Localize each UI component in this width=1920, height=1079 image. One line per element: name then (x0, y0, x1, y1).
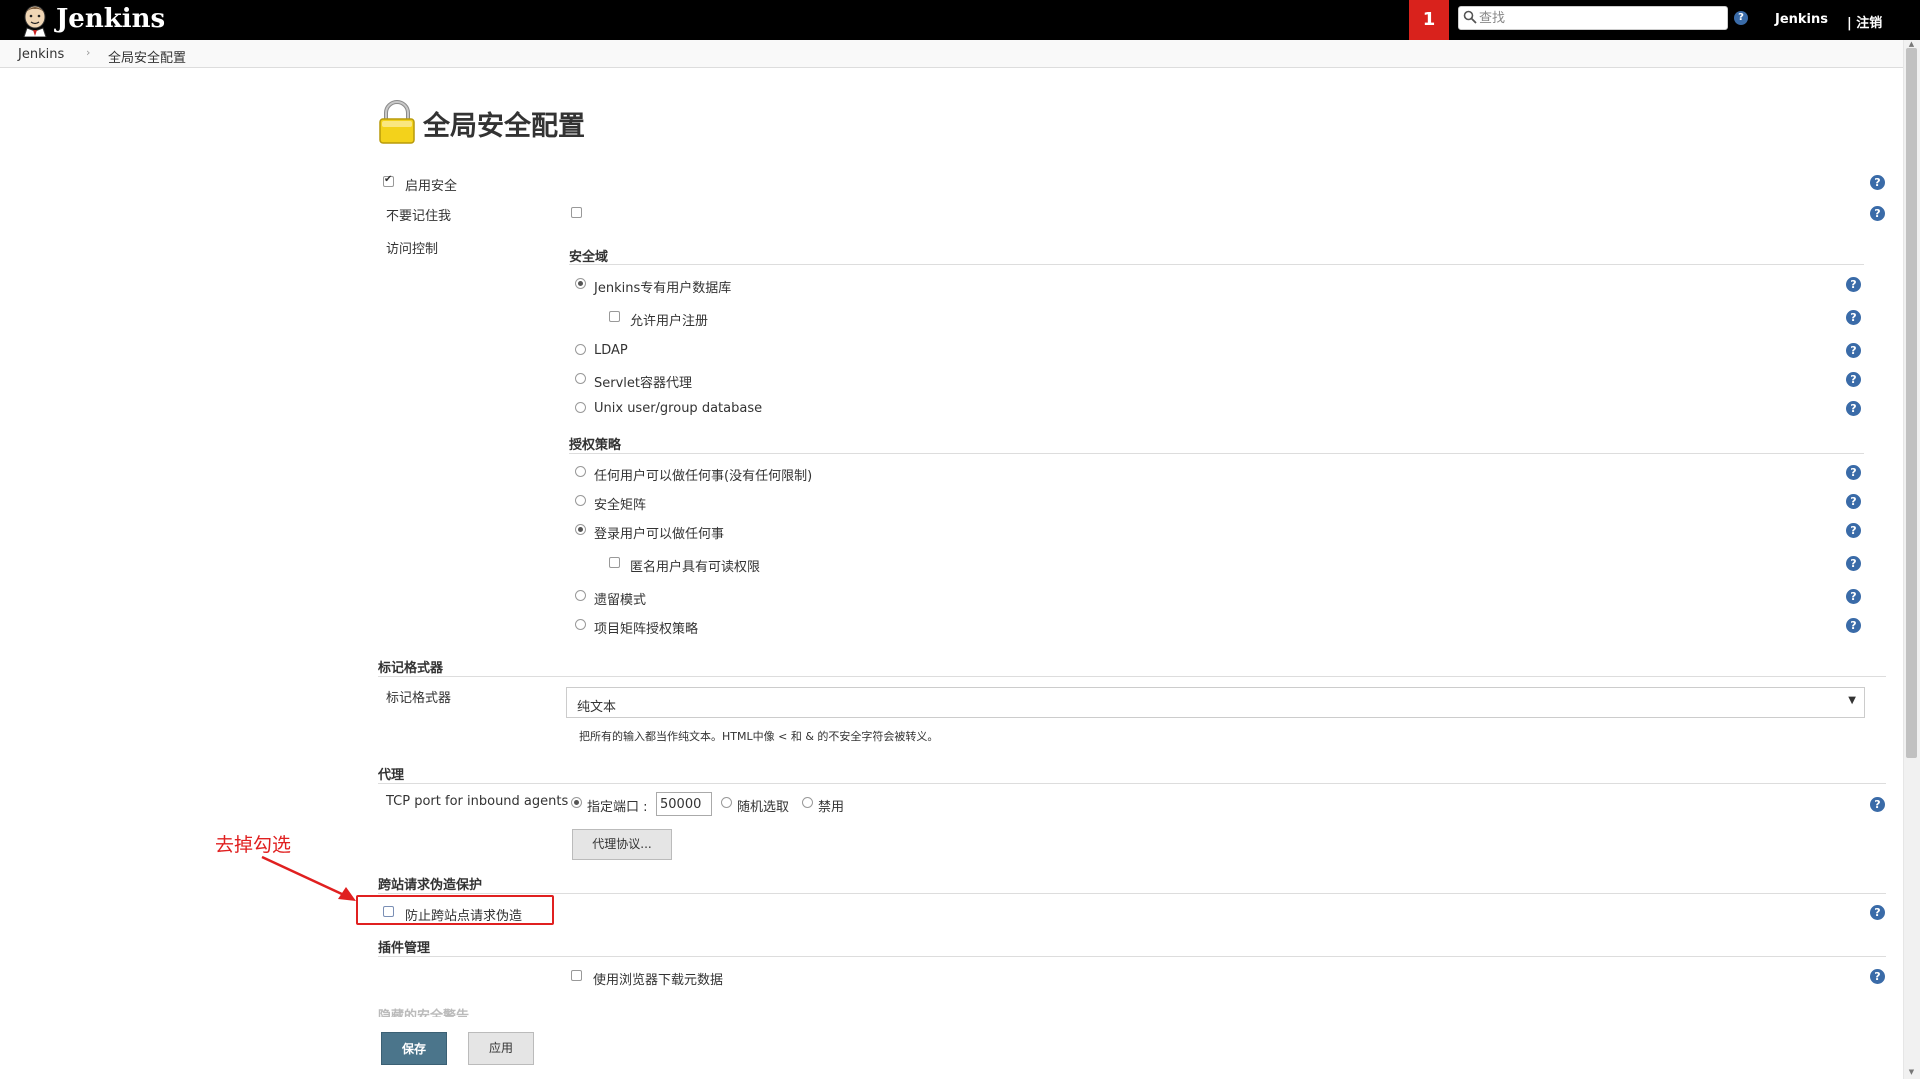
notification-badge[interactable]: 1 (1409, 0, 1449, 40)
hidden-warnings-section-title: 隐藏的安全警告 (378, 1009, 470, 1017)
breadcrumb: Jenkins › 全局安全配置 (0, 40, 1903, 68)
scroll-down-arrow-icon[interactable]: ▼ (1905, 1068, 1918, 1078)
authz-project-matrix-radio[interactable] (575, 619, 586, 630)
tcp-port-label: TCP port for inbound agents (386, 794, 569, 809)
markup-formatter-select[interactable]: 纯文本 ▼ (566, 687, 1865, 718)
breadcrumb-current[interactable]: 全局安全配置 (108, 47, 186, 66)
authz-matrix-help-icon[interactable]: ? (1846, 494, 1861, 509)
divider (569, 453, 1864, 454)
csrf-help-icon[interactable]: ? (1870, 905, 1885, 920)
dropdown-arrow-icon: ▼ (1848, 695, 1856, 706)
port-number-input[interactable] (656, 792, 712, 816)
divider (378, 893, 1886, 894)
lock-icon (377, 100, 417, 148)
annotation-text: 去掉勾选 (215, 834, 292, 856)
allow-signup-label: 允许用户注册 (630, 314, 709, 329)
divider (378, 676, 1886, 677)
authz-matrix-label: 安全矩阵 (594, 498, 647, 513)
authz-anyone-radio[interactable] (575, 466, 586, 477)
anon-read-help-icon[interactable]: ? (1846, 556, 1861, 571)
anon-read-label: 匿名用户具有可读权限 (630, 560, 761, 575)
search-icon (1463, 10, 1477, 28)
authz-logged-in-help-icon[interactable]: ? (1846, 523, 1861, 538)
divider (378, 783, 1886, 784)
agents-section-title: 代理 (378, 768, 405, 783)
port-disable-label: 禁用 (818, 800, 845, 815)
authz-section-title: 授权策略 (569, 438, 622, 453)
page-title: 全局安全配置 (423, 111, 585, 142)
enable-security-label: 启用安全 (405, 179, 458, 194)
breadcrumb-home-link[interactable]: Jenkins (18, 47, 64, 62)
logout-link[interactable]: | 注销 (1847, 12, 1882, 31)
user-link[interactable]: Jenkins (1775, 12, 1828, 27)
markup-description: 把所有的输入都当作纯文本。HTML中像 < 和 & 的不安全字符会被转义。 (579, 730, 939, 743)
help-icon[interactable]: ? (1734, 11, 1748, 25)
breadcrumb-separator: › (86, 46, 91, 59)
access-control-label: 访问控制 (386, 242, 439, 257)
authz-legacy-radio[interactable] (575, 590, 586, 601)
allow-signup-checkbox[interactable] (609, 311, 620, 322)
save-button[interactable]: 保存 (381, 1032, 447, 1065)
realm-jenkins-db-label: Jenkins专有用户数据库 (594, 281, 732, 296)
port-random-radio[interactable] (721, 797, 732, 808)
port-disable-radio[interactable] (802, 797, 813, 808)
realm-servlet-label: Servlet容器代理 (594, 376, 692, 391)
port-random-label: 随机选取 (737, 800, 790, 815)
scrollbar-thumb[interactable] (1906, 48, 1917, 758)
realm-jenkins-db-help-icon[interactable]: ? (1846, 277, 1861, 292)
port-fixed-radio[interactable] (571, 797, 582, 808)
plugins-section-title: 插件管理 (378, 941, 431, 956)
anon-read-checkbox[interactable] (609, 557, 620, 568)
search-box[interactable] (1458, 6, 1728, 30)
enable-security-checkbox[interactable] (383, 174, 394, 187)
authz-anyone-label: 任何用户可以做任何事(没有任何限制) (594, 469, 813, 484)
realm-unix-radio[interactable] (575, 402, 586, 413)
authz-matrix-radio[interactable] (575, 495, 586, 506)
divider (378, 956, 1886, 957)
authz-project-matrix-help-icon[interactable]: ? (1846, 618, 1861, 633)
tcp-port-help-icon[interactable]: ? (1870, 797, 1885, 812)
realm-ldap-help-icon[interactable]: ? (1846, 343, 1861, 358)
realm-jenkins-db-radio[interactable] (575, 278, 586, 289)
remember-me-checkbox[interactable] (571, 207, 582, 218)
markup-label: 标记格式器 (386, 691, 452, 706)
realm-servlet-help-icon[interactable]: ? (1846, 372, 1861, 387)
annotation-highlight-box (356, 895, 554, 925)
remember-me-help-icon[interactable]: ? (1870, 206, 1885, 221)
agent-protocols-button[interactable]: 代理协议... (572, 829, 672, 860)
authz-anyone-help-icon[interactable]: ? (1846, 465, 1861, 480)
csrf-section-title: 跨站请求伪造保护 (378, 878, 483, 893)
realm-unix-help-icon[interactable]: ? (1846, 401, 1861, 416)
realm-ldap-label: LDAP (594, 343, 628, 358)
plugins-help-icon[interactable]: ? (1870, 969, 1885, 984)
apply-button[interactable]: 应用 (468, 1032, 534, 1065)
enable-security-help-icon[interactable]: ? (1870, 175, 1885, 190)
brand-name[interactable]: Jenkins (56, 2, 165, 36)
annotation-arrow-icon (260, 855, 360, 907)
port-fixed-label: 指定端口 : (587, 800, 648, 815)
authz-project-matrix-label: 项目矩阵授权策略 (594, 622, 699, 637)
scroll-up-arrow-icon[interactable]: ▲ (1905, 40, 1918, 48)
realm-ldap-radio[interactable] (575, 344, 586, 355)
authz-logged-in-radio[interactable] (575, 524, 586, 535)
remember-me-label: 不要记住我 (386, 209, 452, 224)
search-input[interactable] (1479, 9, 1719, 27)
realm-section-title: 安全域 (569, 250, 609, 265)
markup-selected-value: 纯文本 (577, 700, 617, 715)
realm-unix-label: Unix user/group database (594, 401, 763, 416)
divider (569, 264, 1864, 265)
browser-metadata-label: 使用浏览器下载元数据 (593, 973, 724, 988)
jenkins-logo-icon[interactable] (18, 3, 52, 38)
authz-logged-in-label: 登录用户可以做任何事 (594, 527, 725, 542)
authz-legacy-help-icon[interactable]: ? (1846, 589, 1861, 604)
allow-signup-help-icon[interactable]: ? (1846, 310, 1861, 325)
realm-servlet-radio[interactable] (575, 373, 586, 384)
markup-section-title: 标记格式器 (378, 661, 444, 676)
authz-legacy-label: 遗留模式 (594, 593, 647, 608)
browser-metadata-checkbox[interactable] (571, 970, 582, 981)
